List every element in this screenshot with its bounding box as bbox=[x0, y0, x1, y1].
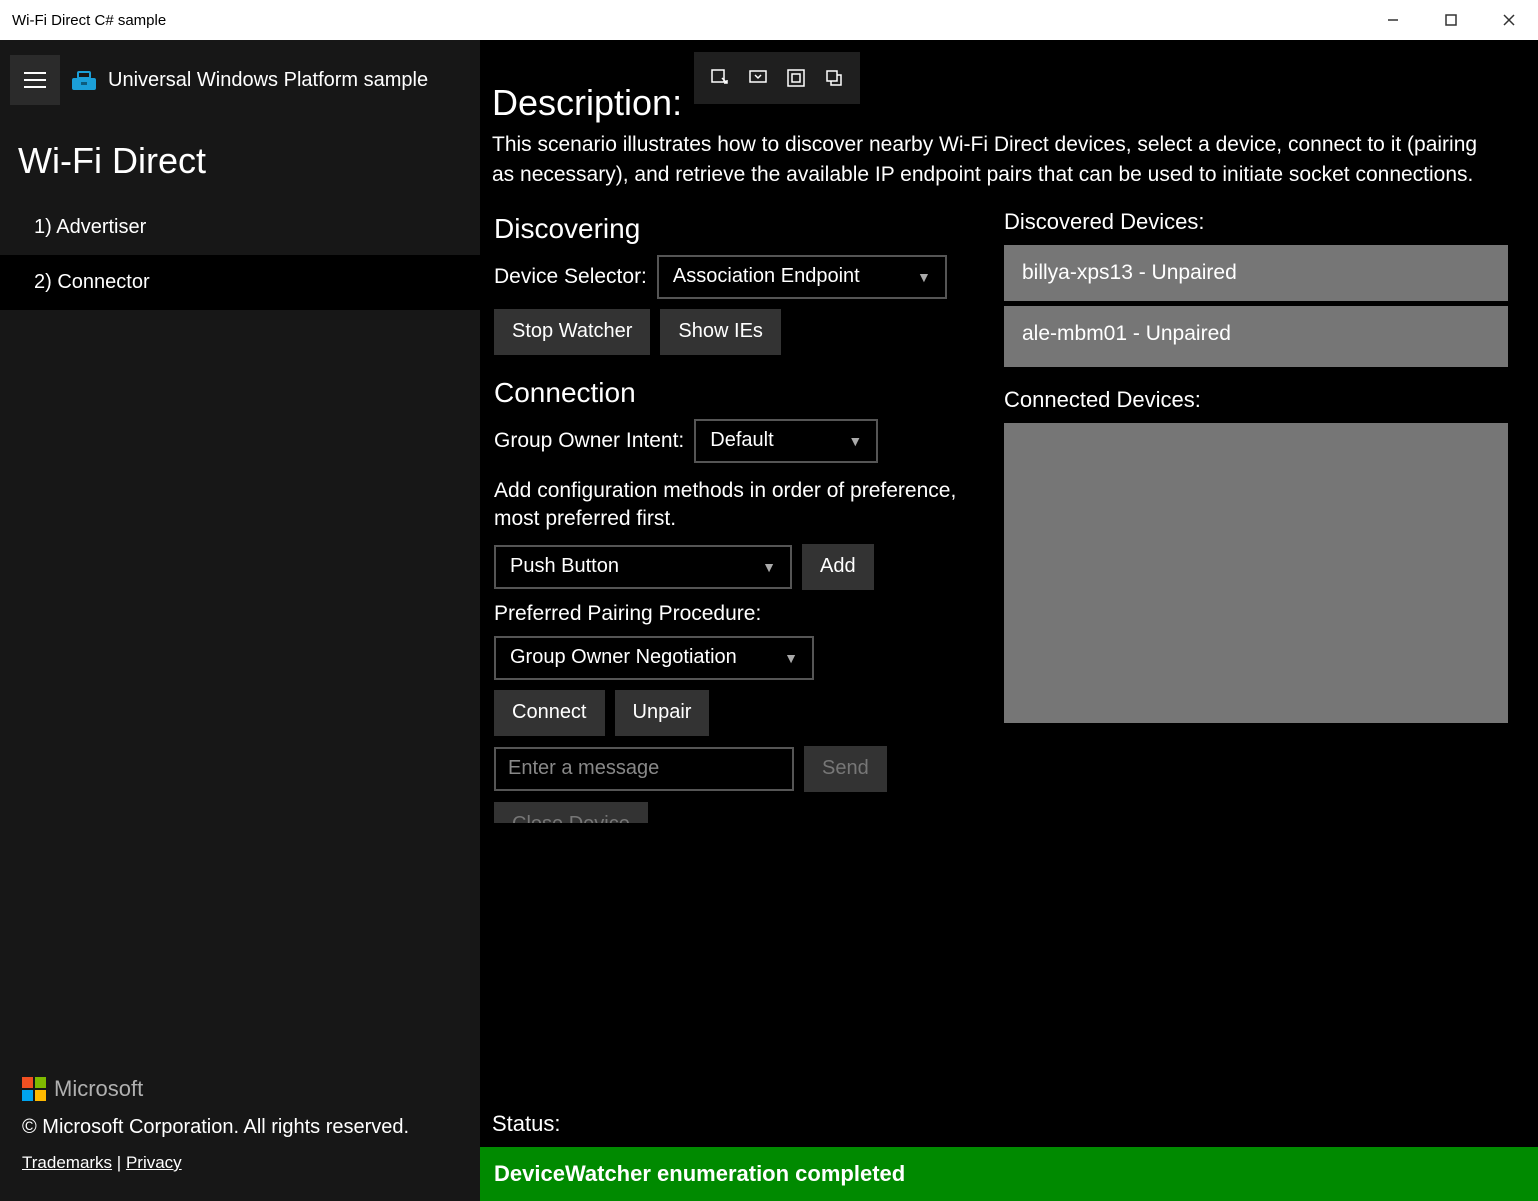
goi-value: Default bbox=[710, 429, 773, 452]
sidebar-footer: Microsoft © Microsoft Corporation. All r… bbox=[0, 1076, 480, 1201]
ppp-combo[interactable]: Group Owner Negotiation ▼ bbox=[494, 636, 814, 680]
chevron-down-icon: ▼ bbox=[784, 650, 798, 666]
connection-heading: Connection bbox=[494, 377, 994, 409]
connect-button[interactable]: Connect bbox=[494, 690, 605, 736]
maximize-button[interactable] bbox=[1422, 0, 1480, 40]
list-item[interactable]: billya-xps13 - Unpaired bbox=[1004, 245, 1508, 306]
toolbox-icon bbox=[70, 70, 98, 90]
config-help-text: Add configuration methods in order of pr… bbox=[494, 477, 994, 534]
ppp-label: Preferred Pairing Procedure: bbox=[494, 602, 994, 626]
show-ies-button[interactable]: Show IEs bbox=[660, 309, 780, 355]
microsoft-logo: Microsoft bbox=[22, 1076, 458, 1102]
content: Description: This scenario illustrates h… bbox=[480, 40, 1538, 1201]
microsoft-logo-icon bbox=[22, 1077, 46, 1101]
description-heading: Description: bbox=[480, 40, 1538, 130]
list-item[interactable]: ale-mbm01 - Unpaired bbox=[1004, 306, 1508, 362]
status-label: Status: bbox=[480, 1103, 1538, 1147]
chevron-down-icon: ▼ bbox=[848, 433, 862, 449]
discovered-heading: Discovered Devices: bbox=[1004, 209, 1508, 235]
unpair-button[interactable]: Unpair bbox=[615, 690, 710, 736]
sidebar-item-advertiser[interactable]: 1) Advertiser bbox=[0, 200, 480, 255]
app-title: Universal Windows Platform sample bbox=[108, 69, 428, 92]
device-selector-value: Association Endpoint bbox=[673, 265, 860, 288]
status-bar: DeviceWatcher enumeration completed bbox=[480, 1147, 1538, 1201]
toolbar-icon-3[interactable] bbox=[780, 62, 812, 94]
device-selector-combo[interactable]: Association Endpoint ▼ bbox=[657, 255, 947, 299]
discovered-devices-list[interactable]: billya-xps13 - Unpaired ale-mbm01 - Unpa… bbox=[1004, 245, 1508, 367]
device-selector-label: Device Selector: bbox=[494, 265, 647, 289]
microsoft-logo-text: Microsoft bbox=[54, 1076, 143, 1102]
window-title: Wi-Fi Direct C# sample bbox=[12, 12, 166, 29]
trademarks-link[interactable]: Trademarks bbox=[22, 1153, 112, 1172]
stop-watcher-button[interactable]: Stop Watcher bbox=[494, 309, 650, 355]
ppp-value: Group Owner Negotiation bbox=[510, 646, 737, 669]
page-title: Wi-Fi Direct bbox=[0, 120, 480, 200]
config-method-combo[interactable]: Push Button ▼ bbox=[494, 545, 792, 589]
debug-toolbar bbox=[694, 52, 860, 104]
connected-heading: Connected Devices: bbox=[1004, 387, 1508, 413]
sidebar-item-connector[interactable]: 2) Connector bbox=[0, 255, 480, 310]
toolbar-icon-2[interactable] bbox=[742, 62, 774, 94]
chevron-down-icon: ▼ bbox=[917, 269, 931, 285]
chevron-down-icon: ▼ bbox=[762, 559, 776, 575]
message-input[interactable] bbox=[494, 747, 794, 791]
connected-devices-list[interactable] bbox=[1004, 423, 1508, 723]
copyright-text: © Microsoft Corporation. All rights rese… bbox=[22, 1116, 458, 1139]
sidebar: Universal Windows Platform sample Wi-Fi … bbox=[0, 40, 480, 1201]
minimize-button[interactable] bbox=[1364, 0, 1422, 40]
privacy-link[interactable]: Privacy bbox=[126, 1153, 182, 1172]
toolbar-icon-1[interactable] bbox=[704, 62, 736, 94]
toolbar-icon-4[interactable] bbox=[818, 62, 850, 94]
goi-label: Group Owner Intent: bbox=[494, 429, 684, 453]
titlebar: Wi-Fi Direct C# sample bbox=[0, 0, 1538, 40]
config-method-value: Push Button bbox=[510, 555, 619, 578]
close-button[interactable] bbox=[1480, 0, 1538, 40]
goi-combo[interactable]: Default ▼ bbox=[694, 419, 878, 463]
discovering-heading: Discovering bbox=[494, 213, 994, 245]
send-button[interactable]: Send bbox=[804, 746, 887, 792]
add-button[interactable]: Add bbox=[802, 544, 874, 590]
hamburger-button[interactable] bbox=[10, 55, 60, 105]
description-text: This scenario illustrates how to discove… bbox=[480, 130, 1500, 209]
window-controls bbox=[1364, 0, 1538, 40]
